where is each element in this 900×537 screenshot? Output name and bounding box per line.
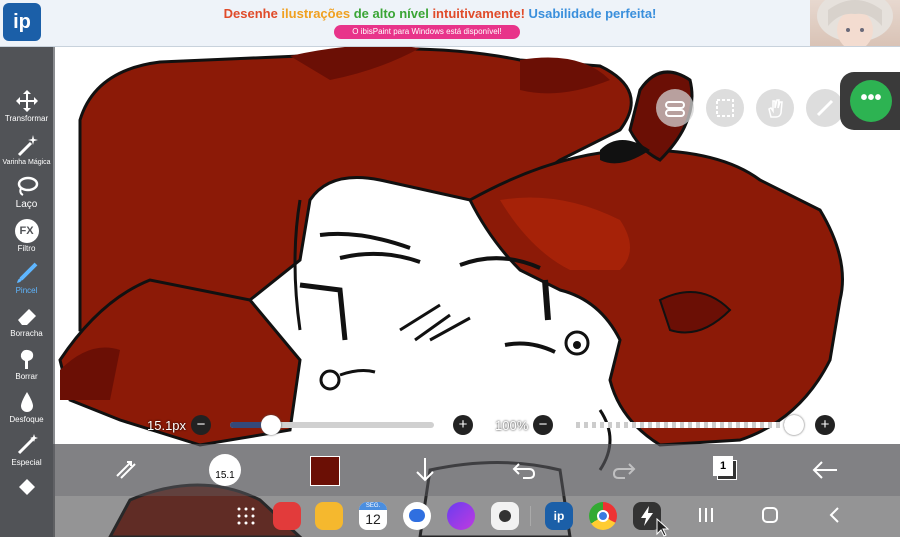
tool-magic-wand[interactable]: Varinha Mágica — [0, 133, 53, 167]
reference-window-button[interactable] — [656, 89, 694, 127]
tool-filter[interactable]: FX Filtro — [0, 219, 53, 253]
brush-size-value: 15.1px — [147, 418, 187, 433]
opacity-minus-button[interactable]: − — [533, 415, 553, 435]
chrome-app-icon[interactable] — [589, 502, 617, 530]
pen-up-app-icon[interactable] — [447, 502, 475, 530]
lasso-icon — [17, 176, 38, 196]
bottom-toolbar: 15.1 1 — [53, 444, 900, 496]
hand-tool-button[interactable] — [756, 89, 794, 127]
ibispaint-logo[interactable]: ip — [3, 3, 41, 41]
tool-lasso[interactable]: Laço — [0, 175, 53, 210]
back-arrow-icon[interactable] — [811, 458, 839, 482]
download-arrow-icon[interactable] — [413, 456, 437, 484]
dashed-square-icon — [716, 99, 734, 117]
ad-windows-pill[interactable]: O ibisPaint para Windows está disponível… — [334, 25, 520, 39]
ad-character-portrait — [810, 0, 900, 46]
brush-preview-button[interactable]: 15.1 — [209, 454, 241, 486]
camera-app-icon[interactable] — [491, 502, 519, 530]
more-menu-button[interactable]: ••• — [840, 72, 900, 130]
calendar-app-icon[interactable]: SEG. 12 — [359, 502, 387, 530]
ibispaint-app-icon[interactable]: ip — [545, 502, 573, 530]
layers-button[interactable]: 1 — [713, 456, 737, 480]
ruler-icon — [816, 99, 834, 117]
toggle-icon — [665, 101, 685, 117]
tool-smudge[interactable]: Borrar — [0, 347, 53, 381]
brush-opacity-value: 100% — [495, 418, 529, 433]
special-pen-icon — [17, 434, 38, 455]
redo-icon[interactable] — [611, 458, 637, 482]
bucket-icon — [18, 479, 35, 495]
tool-transform[interactable]: Transformar — [0, 89, 53, 123]
brush-size-plus-button[interactable]: + — [453, 415, 473, 435]
brush-preview-size: 15.1 — [215, 470, 235, 481]
hand-icon — [768, 99, 783, 118]
swap-tools-icon[interactable] — [113, 458, 139, 482]
calendar-weekday: SEG. — [359, 502, 387, 510]
eraser-icon — [17, 309, 36, 325]
opacity-slider-thumb[interactable] — [784, 415, 804, 435]
mouse-cursor-icon — [656, 518, 670, 537]
opacity-plus-button[interactable]: + — [815, 415, 835, 435]
back-nav-icon[interactable] — [826, 506, 844, 524]
app-drawer-icon[interactable] — [236, 506, 256, 526]
tool-sidebar: Transformar Varinha Mágica Laço FX Filtr… — [0, 47, 53, 537]
home-icon[interactable] — [761, 506, 779, 524]
notes-app-icon[interactable] — [273, 502, 301, 530]
blur-drop-icon — [20, 392, 33, 412]
tool-special[interactable]: Especial — [0, 433, 53, 467]
move-arrows-icon — [15, 90, 38, 112]
messages-app-icon[interactable] — [403, 502, 431, 530]
layer-count: 1 — [713, 456, 733, 476]
tool-brush[interactable]: Pincel — [0, 261, 53, 295]
opacity-slider[interactable] — [572, 415, 804, 435]
current-color-swatch[interactable] — [310, 456, 340, 486]
fx-icon: FX — [14, 219, 39, 243]
brush-size-minus-button[interactable]: − — [191, 415, 211, 435]
tool-blur[interactable]: Desfoque — [0, 390, 53, 424]
ruler-button[interactable] — [806, 89, 844, 127]
undo-icon[interactable] — [511, 458, 537, 482]
tool-eraser[interactable]: Borracha — [0, 304, 53, 338]
ad-banner[interactable]: ip Desenhe ilustrações de alto nível int… — [0, 0, 900, 47]
brush-size-slider-thumb[interactable] — [260, 415, 281, 435]
more-dots-icon: ••• — [850, 80, 892, 122]
brush-icon — [16, 262, 37, 283]
tool-fill[interactable] — [0, 475, 53, 499]
selection-button[interactable] — [706, 89, 744, 127]
magic-wand-icon — [17, 135, 38, 157]
files-app-icon[interactable] — [315, 502, 343, 530]
recent-apps-icon[interactable] — [697, 506, 715, 524]
smudge-icon — [20, 349, 33, 369]
brush-size-slider[interactable] — [230, 415, 434, 435]
ad-headline: Desenhe ilustrações de alto nível intuit… — [223, 6, 657, 21]
calendar-day: 12 — [365, 511, 381, 527]
dock-divider — [530, 506, 531, 526]
